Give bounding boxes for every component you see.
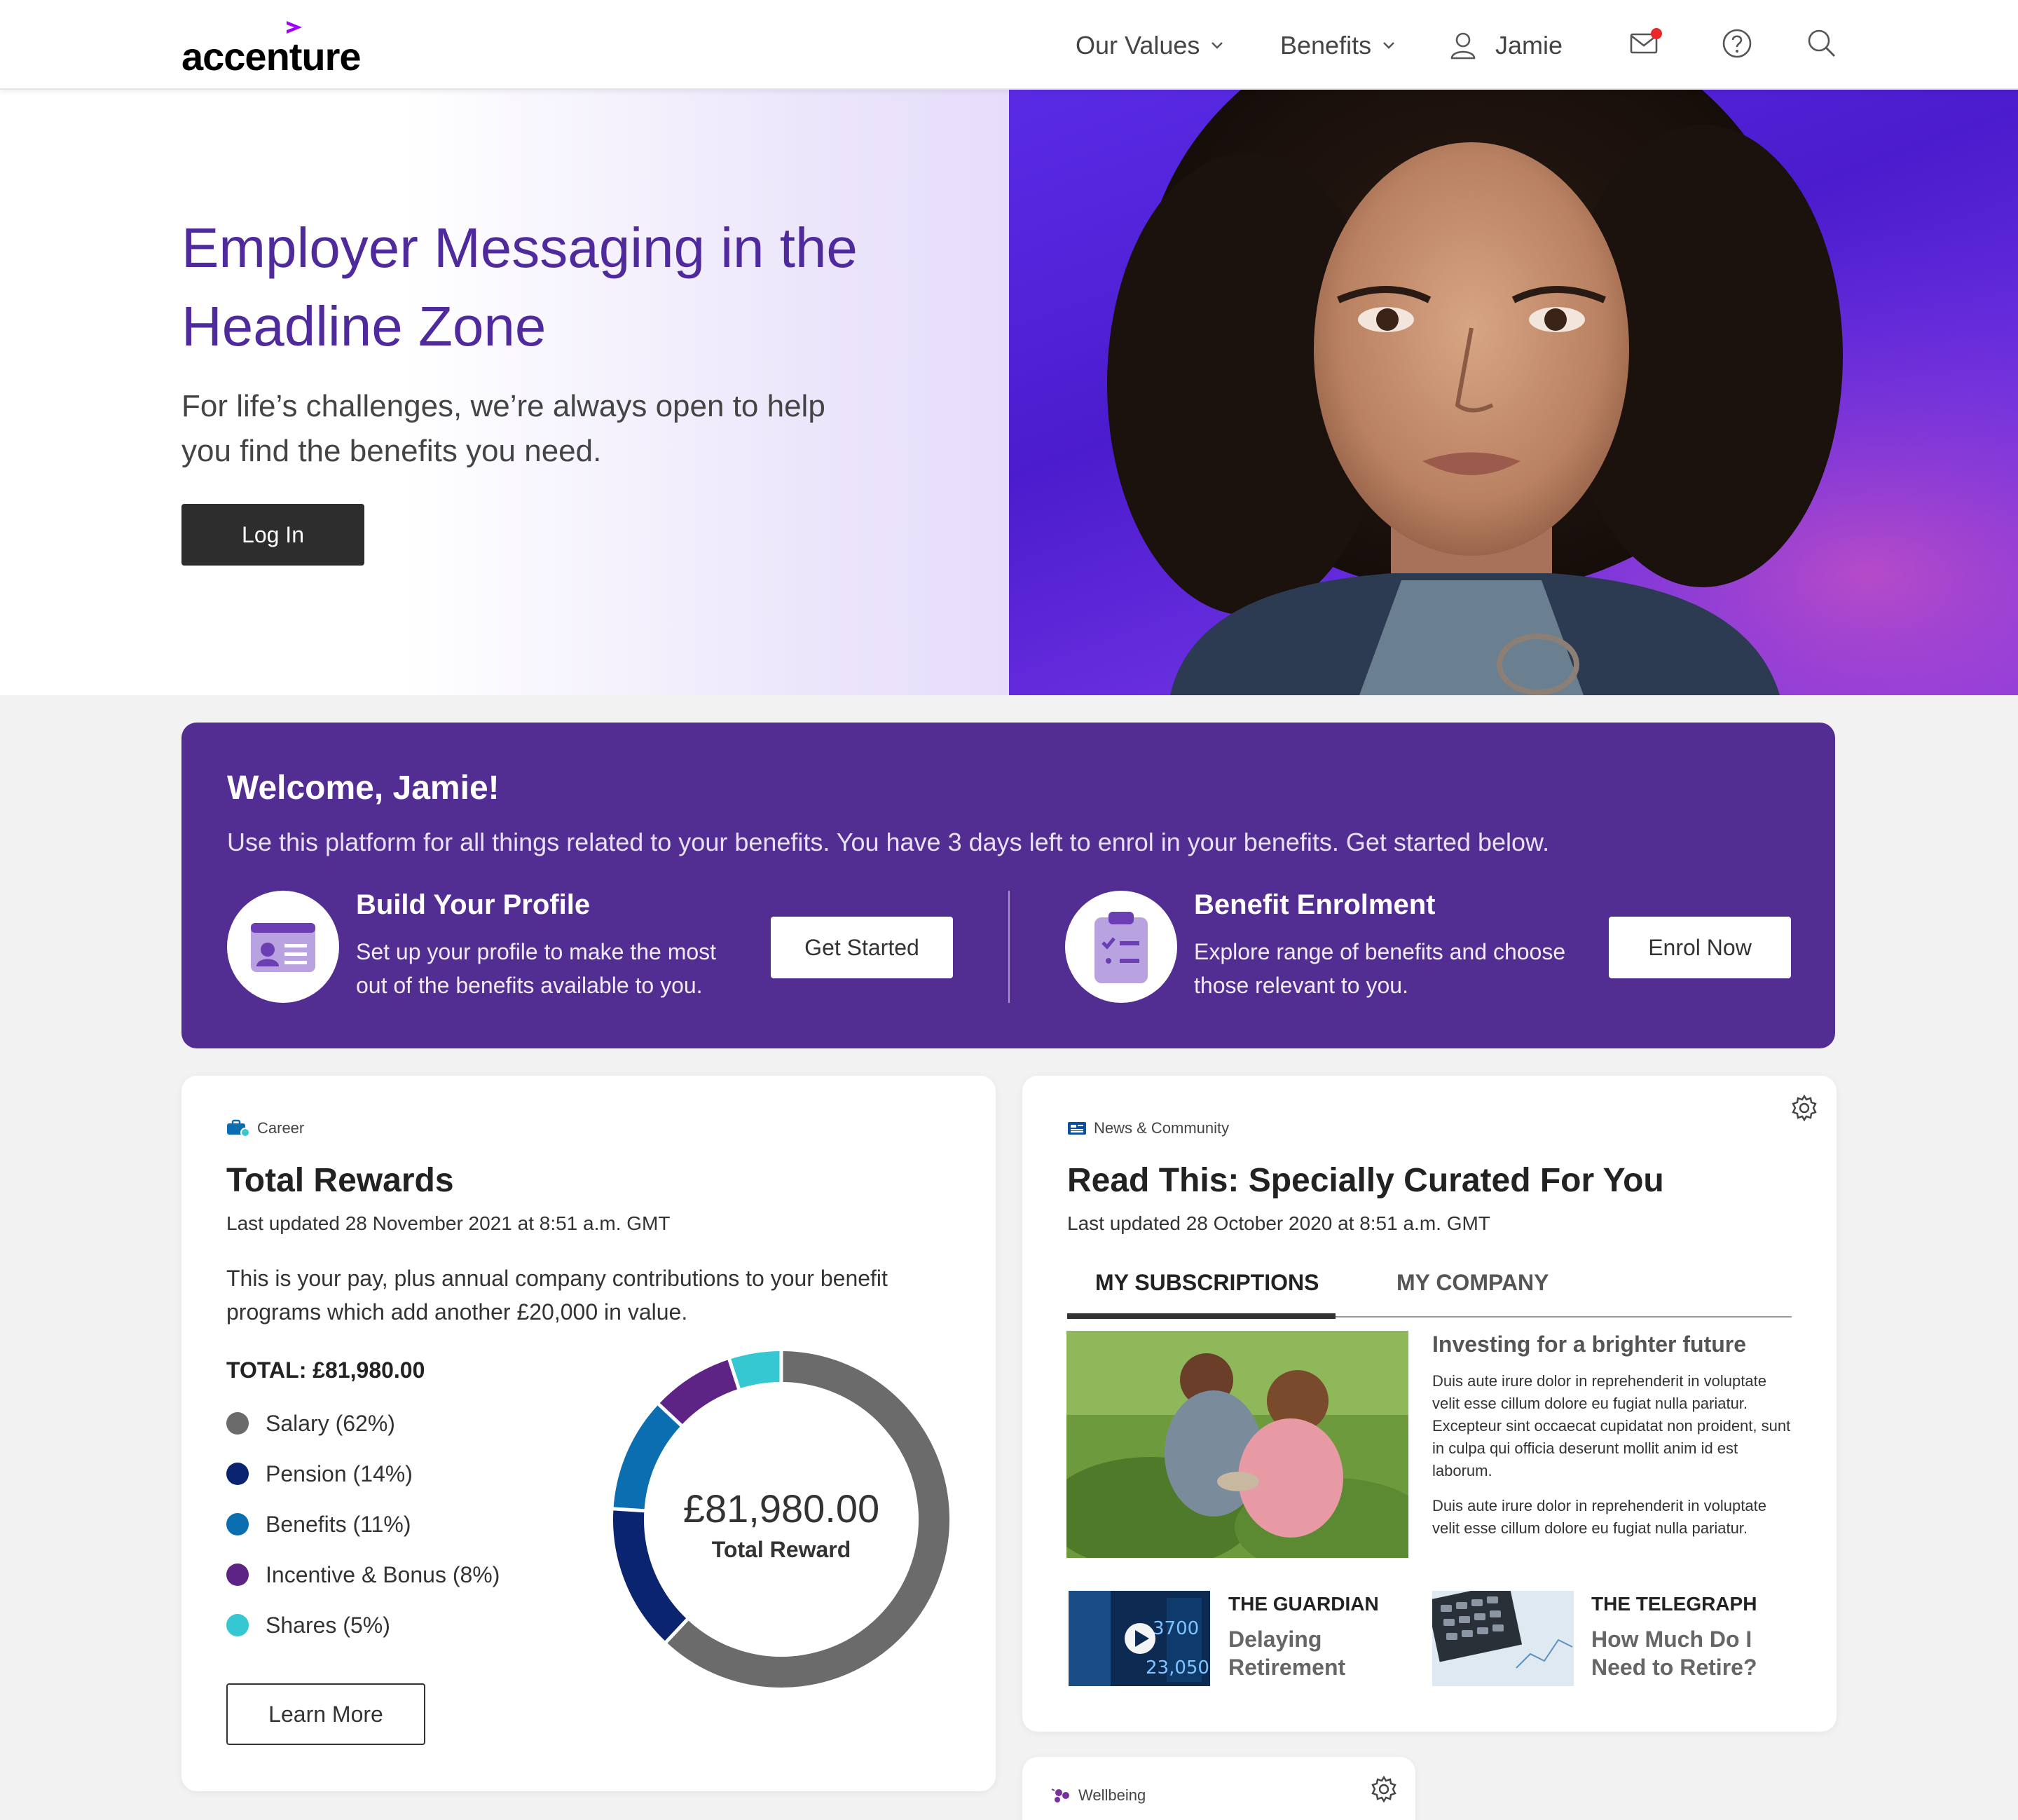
legend-dot — [226, 1412, 249, 1435]
enrol-now-button[interactable]: Enrol Now — [1609, 917, 1791, 978]
settings-gear-icon[interactable] — [1790, 1094, 1818, 1122]
chevron-down-icon — [1212, 42, 1223, 49]
donut-segment — [659, 1359, 739, 1426]
hero-portrait-illustration — [1009, 90, 2018, 695]
tab-my-company[interactable]: MY COMPANY — [1396, 1270, 1549, 1296]
mini-article-title[interactable]: How Much Do I Need to Retire? — [1591, 1625, 1759, 1681]
mini-article-source: THE TELEGRAPH — [1591, 1593, 1757, 1615]
card-category-label: Career — [257, 1119, 305, 1137]
legend-dot — [226, 1614, 249, 1636]
profile-title: Build Your Profile — [356, 889, 591, 920]
wellbeing-card: Wellbeing — [1022, 1757, 1415, 1820]
svg-text:23,050: 23,050 — [1146, 1657, 1209, 1678]
user-icon — [1450, 32, 1476, 60]
card-title: Read This: Specially Curated For You — [1067, 1162, 1664, 1199]
rewards-description: This is your pay, plus annual company co… — [226, 1266, 888, 1325]
hero-subtitle: For life’s challenges, we’re always open… — [181, 389, 825, 468]
login-button[interactable]: Log In — [181, 504, 364, 566]
banner-divider — [1008, 891, 1010, 1003]
rewards-total: TOTAL: £81,980.00 — [226, 1357, 425, 1383]
card-category: Wellbeing — [1050, 1786, 1146, 1805]
clipboard-icon — [1094, 912, 1148, 983]
hero-title: Employer Messaging in the Headline Zone — [181, 217, 858, 357]
legend-label: Incentive & Bonus (8%) — [266, 1561, 500, 1587]
legend-label: Pension (14%) — [266, 1460, 413, 1486]
logo-text: accenture — [181, 34, 362, 78]
help-icon[interactable] — [1720, 27, 1754, 60]
nav-benefits[interactable]: Benefits — [1280, 21, 1396, 70]
card-category: Career — [226, 1119, 304, 1137]
learn-more-button[interactable]: Learn More — [226, 1683, 425, 1745]
legend-item: Benefits (11%) — [226, 1499, 500, 1549]
card-category-label: News & Community — [1094, 1119, 1230, 1137]
id-card-icon — [251, 923, 315, 972]
hero-text-panel: Employer Messaging in the Headline Zone … — [0, 90, 1009, 695]
briefcase-icon — [227, 1119, 250, 1137]
svg-text:3700: 3700 — [1153, 1618, 1199, 1639]
card-title: Total Rewards — [226, 1162, 454, 1199]
mini-article-source: THE GUARDIAN — [1228, 1593, 1379, 1615]
card-category: News & Community — [1067, 1119, 1229, 1137]
legend-dot — [226, 1564, 249, 1586]
donut-center-label: Total Reward — [711, 1537, 851, 1562]
featured-article-para-1: Duis aute irure dolor in reprehenderit i… — [1432, 1372, 1791, 1479]
search-icon[interactable] — [1805, 27, 1839, 60]
get-started-button[interactable]: Get Started — [771, 917, 953, 978]
welcome-title: Welcome, Jamie! — [227, 769, 500, 807]
legend-item: Salary (62%) — [226, 1398, 500, 1449]
nav-our-values-label: Our Values — [1076, 31, 1200, 60]
chevron-down-icon — [1383, 42, 1394, 49]
user-name: Jamie — [1495, 31, 1563, 60]
newspaper-icon — [1068, 1122, 1086, 1135]
nav-benefits-label: Benefits — [1280, 31, 1372, 60]
last-updated: Last updated 28 November 2021 at 8:51 a.… — [226, 1212, 671, 1234]
enrolment-title: Benefit Enrolment — [1194, 889, 1436, 920]
legend-item: Shares (5%) — [226, 1600, 500, 1650]
user-menu[interactable]: Jamie — [1448, 21, 1563, 70]
featured-article-title[interactable]: Investing for a brighter future — [1432, 1332, 1746, 1357]
enrolment-description: Explore range of benefits and choose tho… — [1194, 939, 1566, 998]
total-rewards-card: Career Total Rewards Last updated 28 Nov… — [181, 1076, 996, 1791]
profile-description: Set up your profile to make the most out… — [356, 939, 717, 998]
hero-photo — [1009, 90, 2018, 695]
chart-legend: Salary (62%) Pension (14%) Benefits (11%… — [226, 1398, 500, 1650]
last-updated: Last updated 28 October 2020 at 8:51 a.m… — [1067, 1212, 1490, 1234]
mini-article-image[interactable] — [1432, 1591, 1574, 1686]
wellbeing-icon — [1051, 1788, 1069, 1802]
legend-item: Pension (14%) — [226, 1449, 500, 1499]
active-tab-indicator — [1067, 1313, 1336, 1319]
top-header: accenture Our Values Benefits Jamie — [0, 0, 2018, 90]
donut-segment — [729, 1351, 782, 1389]
legend-item: Incentive & Bonus (8%) — [226, 1549, 500, 1600]
legend-label: Shares (5%) — [266, 1612, 390, 1638]
enrolment-icon-circle — [1065, 891, 1177, 1003]
news-tabs: MY SUBSCRIPTIONS MY COMPANY — [1067, 1261, 1792, 1319]
nav-our-values[interactable]: Our Values — [1076, 21, 1225, 70]
featured-article-para-2: Duis aute irure dolor in reprehenderit i… — [1432, 1497, 1766, 1537]
accenture-logo[interactable]: accenture — [181, 20, 364, 78]
settings-gear-icon[interactable] — [1370, 1775, 1398, 1803]
welcome-lede: Use this platform for all things related… — [227, 828, 1550, 856]
legend-dot — [226, 1513, 249, 1535]
featured-article-image[interactable] — [1066, 1331, 1408, 1558]
card-category-label: Wellbeing — [1078, 1786, 1146, 1804]
tab-my-subscriptions[interactable]: MY SUBSCRIPTIONS — [1095, 1270, 1319, 1296]
mail-icon[interactable] — [1628, 27, 1662, 60]
mini-article-title[interactable]: Delaying Retirement — [1228, 1625, 1396, 1681]
profile-icon-circle — [227, 891, 339, 1003]
welcome-banner: Welcome, Jamie! Use this platform for al… — [181, 723, 1835, 1048]
news-card: News & Community Read This: Specially Cu… — [1022, 1076, 1837, 1732]
mini-article-image[interactable]: 3700 23,050 — [1069, 1591, 1210, 1686]
legend-dot — [226, 1463, 249, 1485]
legend-label: Salary (62%) — [266, 1410, 395, 1436]
legend-label: Benefits (11%) — [266, 1511, 411, 1537]
donut-center-amount: £81,980.00 — [682, 1486, 880, 1531]
